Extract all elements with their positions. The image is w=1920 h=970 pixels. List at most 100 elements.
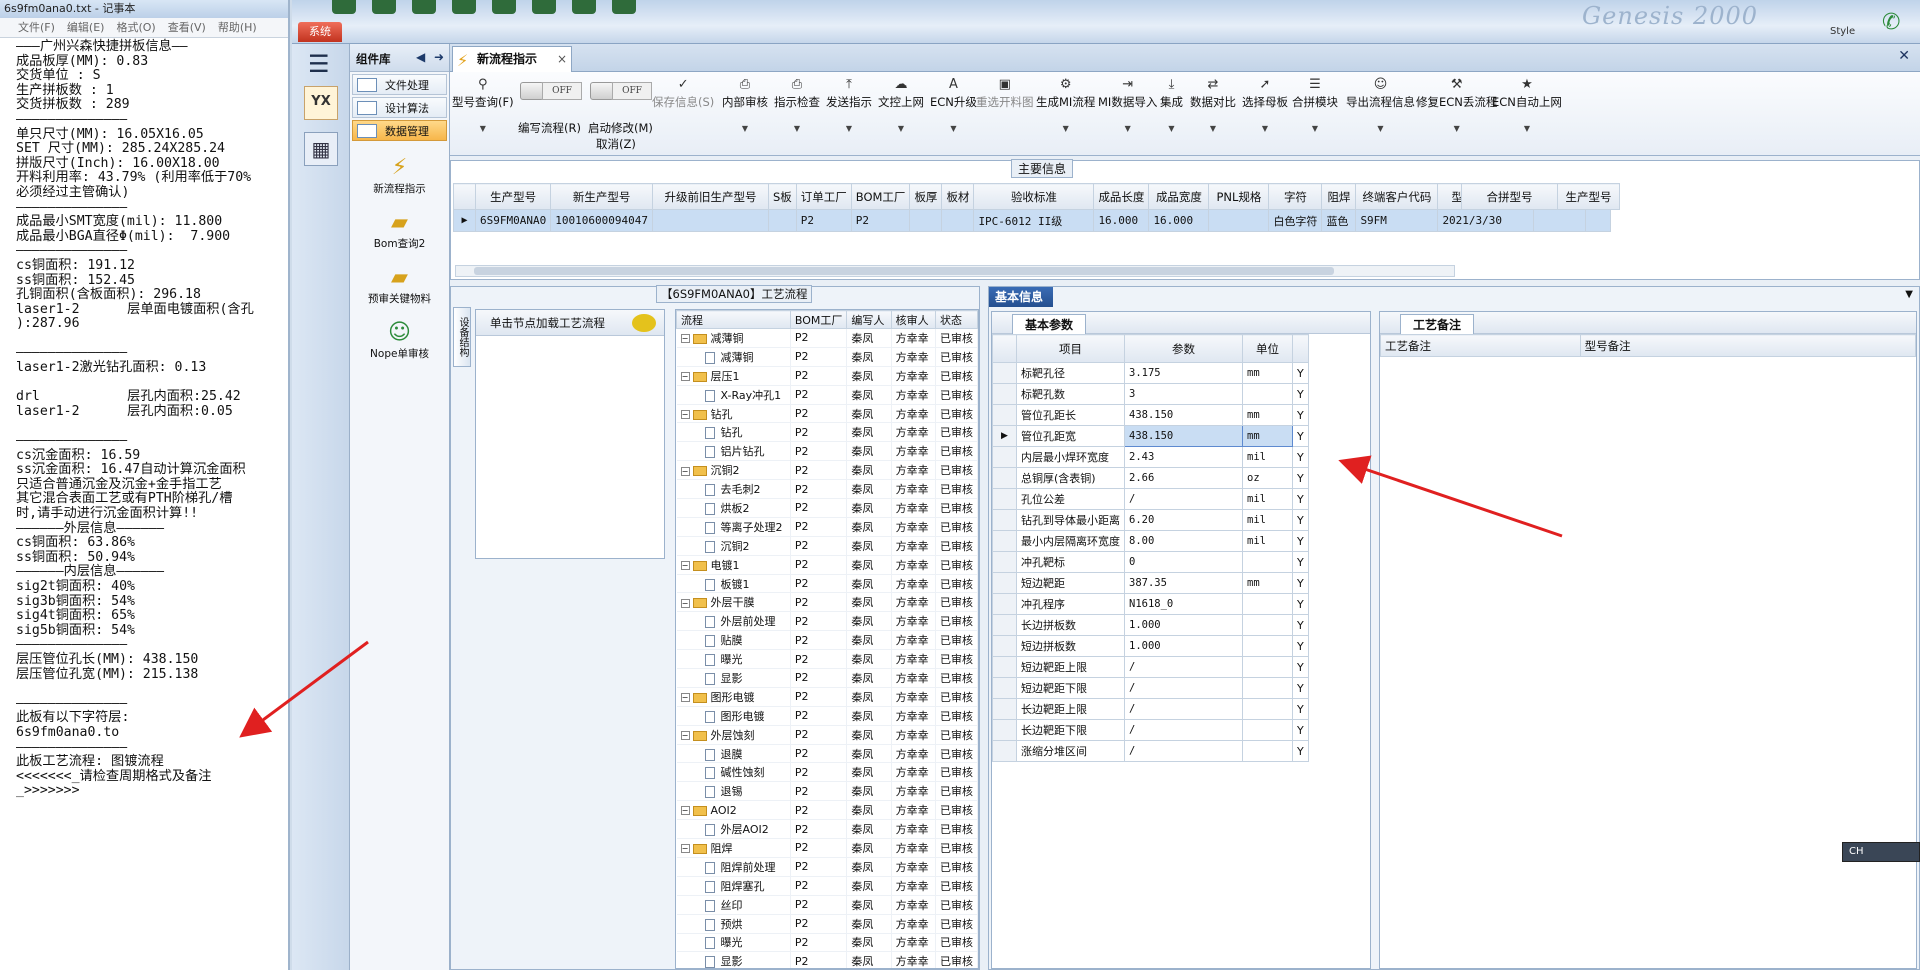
- param-value[interactable]: 8.00: [1124, 530, 1243, 552]
- component-library-item[interactable]: 文件处理: [352, 74, 447, 95]
- collapse-toggle-icon[interactable]: −: [680, 561, 690, 571]
- load-process-header[interactable]: 单击节点加载工艺流程: [476, 310, 664, 336]
- table-cell[interactable]: [651, 209, 769, 232]
- param-value[interactable]: 0: [1124, 551, 1243, 573]
- tree-row[interactable]: 图形电镀 P2 秦凤 方幸幸 已审核: [676, 706, 978, 726]
- tree-node[interactable]: 钻孔: [676, 422, 791, 443]
- pin-icon[interactable]: ➜: [434, 50, 444, 64]
- column-header[interactable]: 板材: [941, 183, 975, 210]
- params-row[interactable]: 涨缩分堆区间 / Y: [992, 740, 1309, 762]
- column-header[interactable]: 订单工厂: [795, 183, 852, 210]
- params-row[interactable]: 短边靶距 387.35 mm Y: [992, 572, 1309, 594]
- tree-row[interactable]: 碱性蚀刻 P2 秦凤 方幸幸 已审核: [676, 762, 978, 783]
- ribbon-button[interactable]: ⚒ 修复ECN丢流程 ▼: [1416, 76, 1497, 152]
- tree-row[interactable]: − 减薄铜 P2 秦凤 方幸幸 已审核: [676, 328, 978, 348]
- table-row[interactable]: ▶ 6S9FM0ANA0 10010600094047 P2 P2 IPC-6012 II…: [453, 209, 1611, 232]
- quick-access-icon[interactable]: [372, 0, 396, 14]
- tree-row[interactable]: 外层前处理 P2 秦凤 方幸幸 已审核: [676, 611, 978, 632]
- system-menu-button[interactable]: 系统: [298, 22, 342, 42]
- table-cell[interactable]: 16.000: [1148, 209, 1210, 232]
- table-cell[interactable]: [909, 209, 943, 232]
- column-header[interactable]: PNL规格: [1208, 183, 1270, 210]
- params-row[interactable]: 总铜厚(含表铜) 2.66 oz Y: [992, 467, 1309, 489]
- component-library-item[interactable]: 设计算法: [352, 97, 447, 118]
- ribbon-button[interactable]: ⇥ MI数据导入 ▼: [1098, 76, 1157, 152]
- tree-row[interactable]: 显影 P2 秦凤 方幸幸 已审核: [676, 951, 978, 968]
- tree-row[interactable]: 铝片钻孔 P2 秦凤 方幸幸 已审核: [676, 441, 978, 462]
- param-value[interactable]: 1.000: [1124, 635, 1243, 657]
- param-value[interactable]: 438.150: [1124, 404, 1243, 426]
- tree-row[interactable]: 退锡 P2 秦凤 方幸幸 已审核: [676, 781, 978, 802]
- table-cell[interactable]: [1533, 209, 1587, 232]
- param-value[interactable]: /: [1124, 677, 1243, 699]
- component-tool[interactable]: ▰ 预审关键物料: [350, 265, 449, 306]
- component-tool[interactable]: ⚡ 新流程指示: [350, 155, 449, 196]
- param-value[interactable]: 2.66: [1124, 467, 1243, 489]
- tree-node[interactable]: 外层AOI2: [676, 819, 791, 840]
- table-cell[interactable]: [1585, 209, 1611, 232]
- tree-row[interactable]: 减薄铜 P2 秦凤 方幸幸 已审核: [676, 347, 978, 367]
- tree-node[interactable]: − 阻焊: [676, 838, 791, 858]
- column-header[interactable]: 型号备注: [1579, 334, 1917, 357]
- params-row[interactable]: 冲孔靶标 0 Y: [992, 551, 1309, 573]
- collapse-toggle-icon[interactable]: −: [680, 334, 690, 344]
- table-cell[interactable]: 10010600094047: [550, 209, 653, 232]
- tree-node[interactable]: 去毛刺2: [676, 479, 791, 500]
- table-cell[interactable]: IPC-6012 II级: [973, 209, 1095, 232]
- table-cell[interactable]: [767, 209, 797, 232]
- param-value[interactable]: /: [1124, 698, 1243, 720]
- tree-node[interactable]: 沉铜2: [676, 536, 791, 556]
- tree-node[interactable]: − 减薄铜: [676, 328, 791, 348]
- param-value[interactable]: 3: [1124, 383, 1243, 405]
- ribbon-button[interactable]: ☺ 导出流程信息 ▼: [1346, 76, 1415, 152]
- quick-access-icon[interactable]: [412, 0, 436, 14]
- tree-row[interactable]: − 外层干膜 P2 秦凤 方幸幸 已审核: [676, 592, 978, 613]
- params-row[interactable]: 标靶孔数 3 Y: [992, 383, 1309, 405]
- param-value[interactable]: N1618_0: [1124, 593, 1243, 615]
- tree-node[interactable]: 外层前处理: [676, 611, 791, 632]
- column-header[interactable]: 升级前旧生产型号: [651, 183, 769, 210]
- column-header[interactable]: BOM工厂: [789, 310, 848, 329]
- chevron-down-icon[interactable]: ▼: [1905, 289, 1913, 300]
- toggle-switch[interactable]: OFF: [590, 80, 654, 102]
- notepad-text-area[interactable]: ———广州兴森快捷拼板信息—— 成品板厚(MM): 0.83 交货单位 : S 生产拼…: [0, 38, 288, 799]
- params-row[interactable]: ▶ 管位孔距宽 438.150 mm Y: [992, 425, 1309, 447]
- notepad-menu-item[interactable]: 文件(F): [18, 18, 55, 37]
- tree-node[interactable]: 显影: [676, 951, 791, 968]
- quick-access-icon[interactable]: [572, 0, 596, 14]
- tree-node[interactable]: 阻焊塞孔: [676, 876, 791, 896]
- scroll-thumb[interactable]: [474, 267, 1334, 275]
- collapse-toggle-icon[interactable]: −: [680, 410, 690, 419]
- table-cell[interactable]: [941, 209, 975, 232]
- quick-access-icon[interactable]: [532, 0, 556, 14]
- notepad-menu-item[interactable]: 格式(O): [116, 18, 155, 37]
- param-value[interactable]: 387.35: [1124, 572, 1243, 594]
- tree-node[interactable]: 显影: [676, 668, 791, 688]
- quick-access-icon[interactable]: [612, 0, 636, 14]
- quick-access-icon[interactable]: [492, 0, 516, 14]
- param-value[interactable]: 1.000: [1124, 614, 1243, 636]
- component-library-item[interactable]: 数据管理: [352, 120, 447, 141]
- notepad-menu-item[interactable]: 查看(V): [168, 18, 206, 37]
- params-row[interactable]: 孔位公差 / mil Y: [992, 488, 1309, 510]
- ribbon-button[interactable]: ➚ 选择母板 ▼: [1242, 76, 1288, 152]
- column-header[interactable]: 成品宽度: [1148, 183, 1210, 210]
- column-header[interactable]: 流程: [676, 310, 791, 329]
- tree-node[interactable]: − 图形电镀: [676, 687, 791, 707]
- column-header[interactable]: 工艺备注: [1380, 334, 1581, 357]
- quick-access-icon[interactable]: [332, 0, 356, 14]
- ribbon-button[interactable]: ⇄ 数据对比 ▼: [1190, 76, 1236, 152]
- column-header[interactable]: 合拼型号: [1461, 183, 1558, 210]
- notepad-menu-item[interactable]: 编辑(E): [67, 18, 105, 37]
- table-cell[interactable]: 16.000: [1093, 209, 1150, 232]
- tree-node[interactable]: − 层压1: [676, 366, 791, 386]
- tree-row[interactable]: 板镀1 P2 秦凤 方幸幸 已审核: [676, 574, 978, 594]
- collapse-toggle-icon[interactable]: −: [680, 844, 690, 854]
- ribbon-button[interactable]: ⚙ 生成MI流程 ▼: [1036, 76, 1095, 152]
- column-header[interactable]: 生产型号: [1557, 183, 1620, 210]
- tree-row[interactable]: 显影 P2 秦凤 方幸幸 已审核: [676, 668, 978, 688]
- table-cell[interactable]: 蓝色: [1321, 209, 1357, 232]
- tree-node[interactable]: 等离子处理2: [676, 517, 791, 537]
- collapse-toggle-icon[interactable]: −: [680, 372, 690, 382]
- tree-row[interactable]: 沉铜2 P2 秦凤 方幸幸 已审核: [676, 536, 978, 556]
